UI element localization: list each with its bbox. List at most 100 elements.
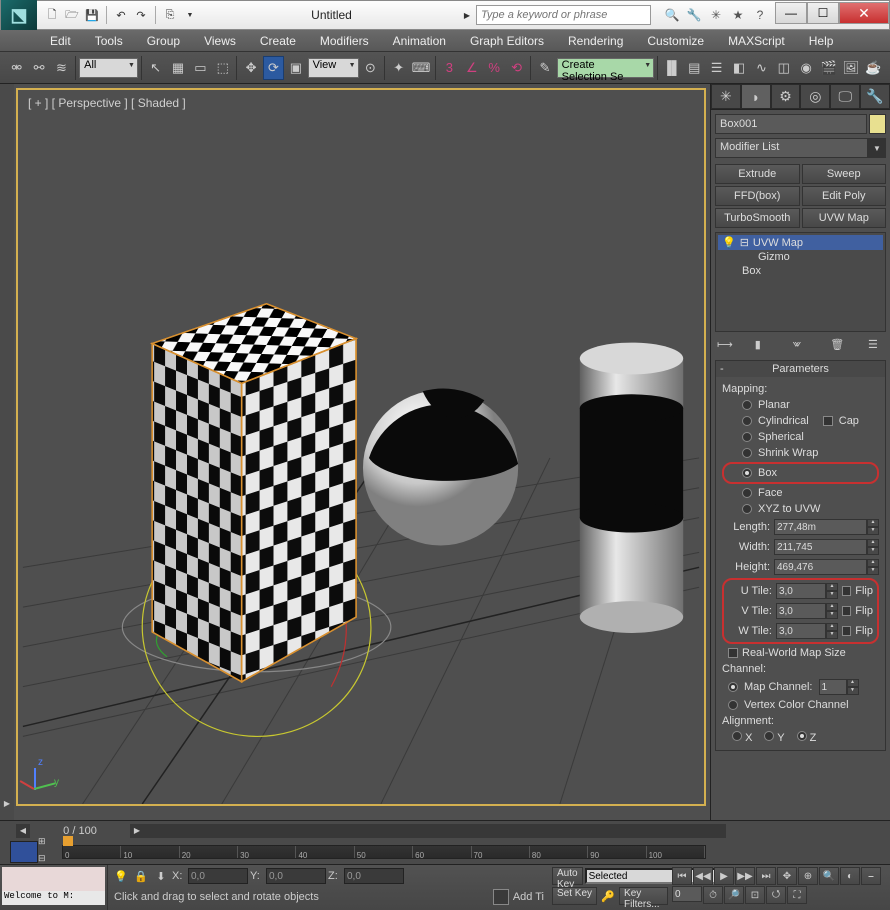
key-mode-icon[interactable]: ⎯	[861, 867, 881, 885]
modify-tab-icon[interactable]: ◗	[741, 84, 771, 109]
mapping-box[interactable]: Box	[728, 465, 873, 481]
map-channel-row[interactable]: Map Channel:▲▼	[722, 677, 879, 697]
move-icon[interactable]: ✥	[240, 56, 261, 80]
display-tab-icon[interactable]: 🖵	[830, 84, 860, 109]
show-end-icon[interactable]: ▮	[755, 338, 771, 354]
open-icon[interactable]: 🗁	[63, 6, 81, 24]
goto-start-icon[interactable]: ⏮	[672, 867, 692, 885]
timeline-config-icon[interactable]: ⊞	[38, 836, 54, 852]
align-y[interactable]: Y	[764, 731, 784, 744]
modifier-ffdbox-button[interactable]: FFD(box)	[715, 186, 800, 206]
goto-end-icon[interactable]: ⏭	[756, 867, 776, 885]
object-color-swatch[interactable]	[869, 114, 886, 134]
stack-item-uvwmap[interactable]: 💡⊟UVW Map	[718, 235, 883, 250]
mapping-cylindrical[interactable]: CylindricalCap	[722, 413, 879, 429]
time-slider-handle[interactable]	[10, 841, 38, 863]
modifier-stack[interactable]: 💡⊟UVW Map Gizmo Box	[715, 232, 886, 332]
nav-orbit-icon[interactable]: ⭯	[766, 886, 786, 904]
play-icon[interactable]: ▶	[714, 867, 734, 885]
search-icon[interactable]: 🔍	[663, 6, 681, 24]
menu-graph-editors[interactable]: Graph Editors	[470, 34, 544, 48]
graphite-icon[interactable]: ◧	[728, 56, 749, 80]
stack-item-box[interactable]: Box	[718, 264, 883, 278]
menu-modifiers[interactable]: Modifiers	[320, 34, 369, 48]
layers-icon[interactable]: ☰	[706, 56, 727, 80]
wflip-check[interactable]	[842, 626, 851, 636]
render-setup-icon[interactable]: 🎬	[818, 56, 839, 80]
percent-snap-icon[interactable]: %	[484, 56, 505, 80]
grid-icon[interactable]	[493, 889, 509, 905]
unlink-icon[interactable]: ⚯	[28, 56, 49, 80]
modifier-editpoly-button[interactable]: Edit Poly	[802, 186, 887, 206]
modifier-sweep-button[interactable]: Sweep	[802, 164, 887, 184]
viewport-label[interactable]: [ + ] [ Perspective ] [ Shaded ]	[28, 96, 186, 110]
menu-tools[interactable]: Tools	[95, 34, 123, 48]
angle-snap-icon[interactable]: ∠	[461, 56, 482, 80]
nav-fov-icon[interactable]: ◐	[840, 867, 860, 885]
height-input[interactable]	[774, 559, 867, 575]
modifier-list-dropdown[interactable]: Modifier List	[715, 138, 868, 158]
remove-icon[interactable]: 🗑	[830, 338, 846, 354]
lightbulb-icon[interactable]: 💡	[722, 236, 736, 249]
new-icon[interactable]: 🗋	[43, 6, 61, 24]
mirror-icon[interactable]: ▐▌	[661, 56, 682, 80]
vtile-input[interactable]	[776, 603, 826, 619]
current-frame-input[interactable]	[672, 886, 702, 902]
rollout-header[interactable]: -Parameters	[716, 361, 885, 377]
redo-icon[interactable]: ↷	[132, 6, 150, 24]
lock-icon[interactable]: 🔒	[132, 867, 150, 885]
object-name-input[interactable]	[715, 114, 867, 134]
modifier-uvwmap-button[interactable]: UVW Map	[802, 208, 887, 228]
menu-animation[interactable]: Animation	[393, 34, 446, 48]
menu-views[interactable]: Views	[204, 34, 236, 48]
configure-icon[interactable]: ☰	[868, 338, 884, 354]
window-crossing-icon[interactable]: ⬚	[212, 56, 233, 80]
scroll-left-icon[interactable]: ◀	[16, 824, 30, 838]
menu-rendering[interactable]: Rendering	[568, 34, 623, 48]
uflip-check[interactable]	[842, 586, 851, 596]
x-coord-input[interactable]	[188, 868, 248, 884]
nav-zoomall-icon[interactable]: ⊡	[745, 886, 765, 904]
modifier-extrude-button[interactable]: Extrude	[715, 164, 800, 184]
infocenter-toggle-icon[interactable]: ▶	[458, 6, 476, 24]
stack-item-gizmo[interactable]: Gizmo	[718, 250, 883, 264]
render-frame-icon[interactable]: 🖼	[840, 56, 861, 80]
menu-customize[interactable]: Customize	[647, 34, 704, 48]
mapping-planar[interactable]: Planar	[722, 397, 879, 413]
mapping-face[interactable]: Face	[722, 485, 879, 501]
selection-set-dropdown[interactable]: Create Selection Se	[557, 58, 655, 78]
menu-maxscript[interactable]: MAXScript	[728, 34, 785, 48]
scroll-right-icon[interactable]: ▶	[130, 824, 144, 838]
search-input[interactable]	[476, 5, 651, 25]
pivot-icon[interactable]: ⊙	[360, 56, 381, 80]
add-time-label[interactable]: Add Ti	[513, 891, 544, 903]
wtile-input[interactable]	[776, 623, 826, 639]
maximize-button[interactable]: ☐	[807, 2, 839, 24]
make-unique-icon[interactable]: ⩖	[793, 338, 809, 354]
isolate-icon[interactable]: ⬇	[152, 867, 170, 885]
bind-icon[interactable]: ≋	[51, 56, 72, 80]
refcoord-dropdown[interactable]: View	[308, 58, 359, 78]
next-frame-icon[interactable]: ▶▶	[735, 867, 755, 885]
realworld-check-row[interactable]: Real-World Map Size	[722, 645, 879, 661]
align-x[interactable]: X	[732, 731, 752, 744]
key-marker-icon[interactable]	[63, 836, 73, 846]
link-icon[interactable]: ⎘	[161, 6, 179, 24]
select-name-icon[interactable]: ▦	[167, 56, 188, 80]
undo-icon[interactable]: ↶	[112, 6, 130, 24]
modifier-turbosmooth-button[interactable]: TurboSmooth	[715, 208, 800, 228]
viewport[interactable]: [ + ] [ Perspective ] [ Shaded ]	[16, 88, 706, 806]
key-icon[interactable]: 🔑	[599, 887, 617, 905]
key-icon[interactable]: 🔧	[685, 6, 703, 24]
time-config-icon[interactable]: ⏱	[703, 886, 723, 904]
spinner-down-icon[interactable]: ▼	[867, 527, 879, 535]
width-input[interactable]	[774, 539, 867, 555]
mapping-shrinkwrap[interactable]: Shrink Wrap	[722, 445, 879, 461]
key-filters-button[interactable]: Key Filters...	[619, 887, 668, 905]
manipulate-icon[interactable]: ✦	[388, 56, 409, 80]
curve-editor-icon[interactable]: ∿	[751, 56, 772, 80]
material-icon[interactable]: ◉	[796, 56, 817, 80]
mapping-xyztouvw[interactable]: XYZ to UVW	[722, 501, 879, 517]
help-icon[interactable]: ?	[751, 6, 769, 24]
z-coord-input[interactable]	[344, 868, 404, 884]
